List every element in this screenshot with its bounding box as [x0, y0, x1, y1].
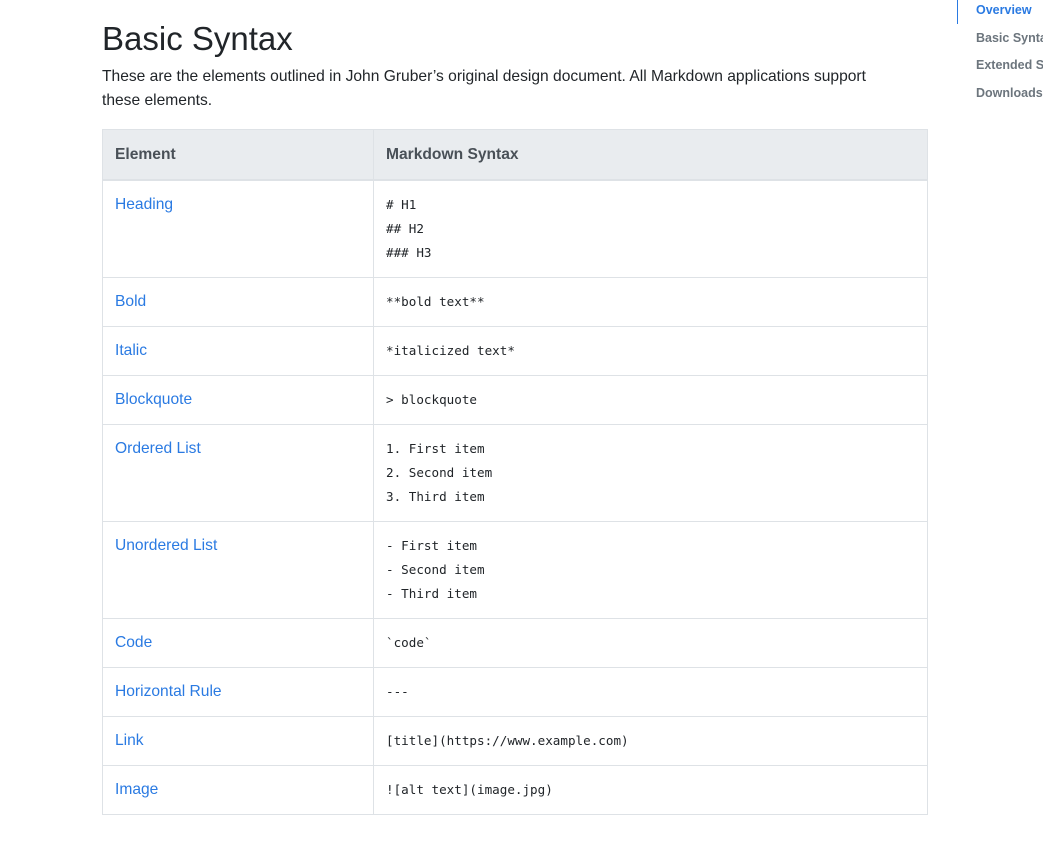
code-line: ![alt text](image.jpg) — [386, 782, 553, 797]
table-row: Italic *italicized text* — [102, 326, 928, 376]
toc-item-downloads[interactable]: Downloads — [976, 86, 1043, 100]
code-line: --- — [386, 684, 409, 699]
column-header-element: Element — [102, 129, 374, 181]
element-cell: Link — [102, 716, 374, 766]
table-row: Image ![alt text](image.jpg) — [102, 765, 928, 815]
code-line: `code` — [386, 635, 432, 650]
element-cell: Bold — [102, 277, 374, 327]
code-line: 2. Second item — [386, 465, 493, 480]
code-line: - First item — [386, 538, 477, 553]
code-line: # H1 — [386, 197, 417, 212]
toc-item-overview[interactable]: Overview — [976, 3, 1032, 17]
syntax-cell: [title](https://www.example.com) — [373, 716, 928, 766]
toc-active-indicator — [957, 0, 958, 24]
code-line: *italicized text* — [386, 343, 515, 358]
element-cell: Blockquote — [102, 375, 374, 425]
toc-item-basic-syntax[interactable]: Basic Syntax — [976, 31, 1043, 45]
table-header-row: Element Markdown Syntax — [102, 129, 928, 181]
syntax-cell: `code` — [373, 618, 928, 668]
syntax-cell: ![alt text](image.jpg) — [373, 765, 928, 815]
element-link-blockquote[interactable]: Blockquote — [115, 388, 192, 412]
code-line: ## H2 — [386, 221, 424, 236]
element-cell: Image — [102, 765, 374, 815]
element-link-bold[interactable]: Bold — [115, 290, 146, 314]
code-line: > blockquote — [386, 392, 477, 407]
element-cell: Code — [102, 618, 374, 668]
table-row: Heading # H1 ## H2 ### H3 — [102, 179, 928, 278]
element-link-heading[interactable]: Heading — [115, 193, 173, 217]
column-header-syntax: Markdown Syntax — [373, 129, 928, 181]
element-cell: Unordered List — [102, 521, 374, 619]
code-line: ### H3 — [386, 245, 432, 260]
code-line: - Third item — [386, 586, 477, 601]
syntax-cell: **bold text** — [373, 277, 928, 327]
table-row: Ordered List 1. First item 2. Second ite… — [102, 424, 928, 522]
code-line: 3. Third item — [386, 489, 485, 504]
syntax-table: Element Markdown Syntax Heading # H1 ## … — [102, 129, 928, 815]
table-row: Horizontal Rule --- — [102, 667, 928, 717]
syntax-cell: # H1 ## H2 ### H3 — [373, 179, 928, 278]
code-line: - Second item — [386, 562, 485, 577]
intro-paragraph: These are the elements outlined in John … — [102, 68, 866, 109]
element-link-ordered-list[interactable]: Ordered List — [115, 437, 201, 461]
table-row: Link [title](https://www.example.com) — [102, 716, 928, 766]
element-link-unordered-list[interactable]: Unordered List — [115, 534, 217, 558]
element-cell: Italic — [102, 326, 374, 376]
table-row: Bold **bold text** — [102, 277, 928, 327]
syntax-cell: --- — [373, 667, 928, 717]
page-title: Basic Syntax — [102, 20, 293, 57]
element-link-italic[interactable]: Italic — [115, 339, 147, 363]
syntax-cell: 1. First item 2. Second item 3. Third it… — [373, 424, 928, 522]
element-link-link[interactable]: Link — [115, 729, 144, 753]
table-row: Blockquote > blockquote — [102, 375, 928, 425]
code-line: **bold text** — [386, 294, 485, 309]
table-row: Unordered List - First item - Second ite… — [102, 521, 928, 619]
toc-item-extended-syntax[interactable]: Extended Syntax — [976, 58, 1043, 72]
table-row: Code `code` — [102, 618, 928, 668]
syntax-cell: *italicized text* — [373, 326, 928, 376]
element-link-horizontal-rule[interactable]: Horizontal Rule — [115, 680, 222, 704]
code-line: 1. First item — [386, 441, 485, 456]
element-link-code[interactable]: Code — [115, 631, 152, 655]
code-line: [title](https://www.example.com) — [386, 733, 629, 748]
syntax-cell: > blockquote — [373, 375, 928, 425]
element-cell: Ordered List — [102, 424, 374, 522]
element-cell: Heading — [102, 179, 374, 278]
element-cell: Horizontal Rule — [102, 667, 374, 717]
element-link-image[interactable]: Image — [115, 778, 158, 802]
syntax-cell: - First item - Second item - Third item — [373, 521, 928, 619]
table-of-contents: Overview Basic Syntax Extended Syntax Do… — [957, 0, 1043, 110]
